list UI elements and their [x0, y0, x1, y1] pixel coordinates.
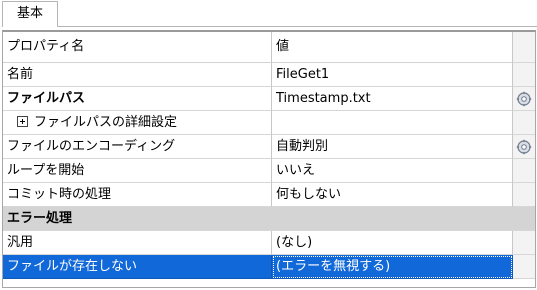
property-value[interactable]: FileGet1 [272, 63, 513, 87]
property-row-commit-action[interactable]: コミット時の処理 何もしない [3, 183, 535, 207]
button-gutter [513, 111, 535, 135]
gear-icon[interactable] [516, 91, 532, 107]
property-row-general[interactable]: 汎用 (なし) [3, 231, 535, 255]
tab-divider [58, 26, 537, 27]
header-button-gutter [513, 32, 535, 63]
property-value[interactable]: いいえ [272, 159, 513, 183]
property-row-filepath-details[interactable]: ファイルパスの詳細設定 [3, 111, 535, 135]
property-value[interactable]: Timestamp.txt [272, 87, 513, 111]
button-gutter [513, 63, 535, 87]
button-gutter [513, 231, 535, 255]
property-row-filepath[interactable]: ファイルパス Timestamp.txt [3, 87, 535, 111]
property-row-name[interactable]: 名前 FileGet1 [3, 63, 535, 87]
property-label: ファイルが存在しない [3, 255, 272, 279]
property-value[interactable]: (なし) [272, 231, 513, 255]
property-label: ファイルのエンコーディング [3, 135, 272, 159]
column-header-property-name: プロパティ名 [3, 32, 272, 63]
property-value[interactable]: 自動判別 [272, 135, 513, 159]
property-value[interactable]: (エラーを無視する) [272, 255, 513, 279]
button-gutter [513, 207, 535, 231]
section-label: エラー処理 [3, 207, 513, 231]
plus-box-icon[interactable] [17, 116, 28, 127]
section-header-error-handling: エラー処理 [3, 207, 535, 231]
property-label: 名前 [3, 63, 272, 87]
property-label-with-expander: ファイルパスの詳細設定 [3, 111, 272, 135]
tab-bar: 基本 [0, 0, 537, 27]
property-label: ファイルパス [3, 87, 272, 111]
button-gutter [513, 183, 535, 207]
property-value[interactable]: 何もしない [272, 183, 513, 207]
gear-icon[interactable] [516, 139, 532, 155]
property-label: ループを開始 [3, 159, 272, 183]
property-value[interactable] [272, 111, 513, 135]
property-row-start-loop[interactable]: ループを開始 いいえ [3, 159, 535, 183]
property-row-encoding[interactable]: ファイルのエンコーディング 自動判別 [3, 135, 535, 159]
property-label: コミット時の処理 [3, 183, 272, 207]
encoding-gear-button[interactable] [513, 135, 535, 159]
column-header-value: 値 [272, 32, 513, 63]
button-gutter [513, 159, 535, 183]
button-gutter [513, 255, 535, 279]
property-label: 汎用 [3, 231, 272, 255]
filepath-gear-button[interactable] [513, 87, 535, 111]
property-row-file-not-exist[interactable]: ファイルが存在しない (エラーを無視する) [3, 255, 535, 279]
property-grid-header: プロパティ名 値 [3, 32, 535, 63]
property-label: ファイルパスの詳細設定 [34, 115, 178, 130]
property-grid: プロパティ名 値 名前 FileGet1 ファイルパス Timestamp.tx… [2, 30, 536, 288]
tab-basic[interactable]: 基本 [2, 1, 58, 27]
